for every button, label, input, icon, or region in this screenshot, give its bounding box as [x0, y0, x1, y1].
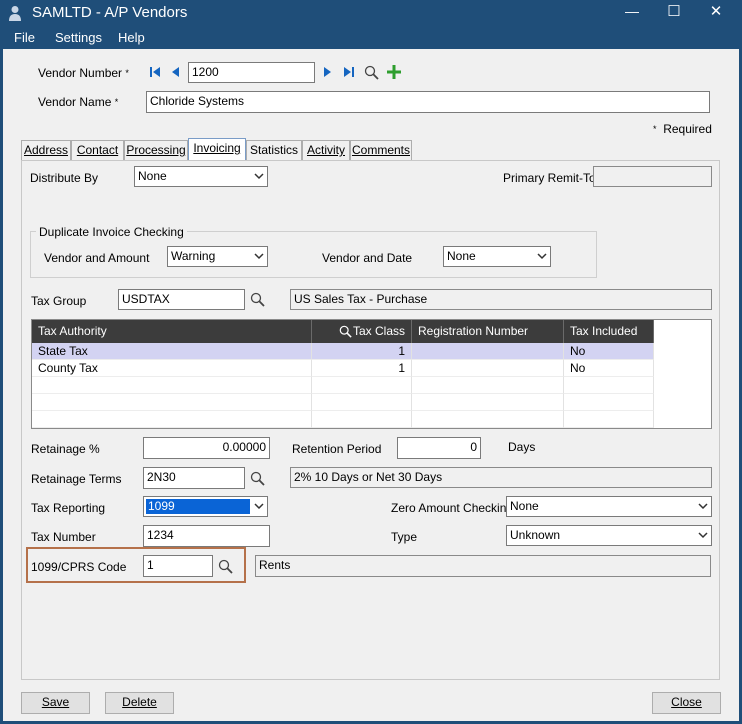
tax-authority-grid[interactable]: Tax Authority Tax Class Registration Num… — [31, 319, 712, 429]
save-button[interactable]: Save — [21, 692, 90, 714]
empty-row — [32, 411, 312, 428]
tax-reporting-select[interactable]: 1099 — [143, 496, 268, 517]
tab-invoicing[interactable]: Invoicing — [188, 138, 246, 161]
chevron-down-icon — [254, 503, 264, 510]
empty-cell — [564, 377, 654, 394]
client-area: Vendor Number * 1200 Vendor Name * Chlor… — [3, 49, 739, 721]
vendor-and-date-label: Vendor and Date — [322, 251, 413, 265]
empty-cell — [312, 394, 412, 411]
previous-record-icon[interactable] — [170, 66, 180, 78]
empty-cell — [312, 377, 412, 394]
user-icon — [9, 6, 21, 21]
tax-number-input[interactable]: 1234 — [143, 525, 270, 547]
add-vendor-icon[interactable] — [387, 65, 401, 79]
vendor-and-amount-select[interactable]: Warning — [167, 246, 268, 267]
tax-number-label: Tax Number — [31, 530, 96, 544]
empty-cell — [312, 411, 412, 428]
tab-statistics[interactable]: Statistics — [246, 140, 302, 160]
zero-amount-checking-select[interactable]: None — [506, 496, 712, 517]
next-record-icon[interactable] — [323, 66, 333, 78]
days-label: Days — [508, 440, 536, 454]
tab-processing[interactable]: Processing — [124, 140, 188, 160]
first-record-icon[interactable] — [149, 66, 161, 78]
column-header-registration-number[interactable]: Registration Number — [412, 320, 564, 343]
window-title: SAMLTD - A/P Vendors — [32, 4, 188, 21]
chevron-down-icon — [698, 532, 708, 539]
vendor-name-input[interactable]: Chloride Systems — [146, 91, 710, 113]
table-cell[interactable]: No — [564, 343, 654, 360]
menu-help[interactable]: Help — [118, 30, 145, 45]
vendor-finder-search-icon[interactable] — [364, 65, 379, 80]
vendor-number-input[interactable]: 1200 — [188, 62, 315, 83]
table-cell[interactable]: No — [564, 360, 654, 377]
tax-group-label: Tax Group — [31, 294, 87, 308]
tax-group-input[interactable]: USDTAX — [118, 289, 245, 310]
empty-row — [32, 394, 312, 411]
retainage-terms-label: Retainage Terms — [31, 472, 122, 486]
tab-contact[interactable]: Contact — [71, 140, 124, 160]
retainage-percent-label: Retainage % — [31, 442, 100, 456]
column-header-tax-class[interactable]: Tax Class — [312, 320, 412, 343]
empty-cell — [412, 377, 564, 394]
tab-address[interactable]: Address — [21, 140, 71, 160]
retainage-percent-input[interactable]: 0.00000 — [143, 437, 270, 459]
menu-bar: File Settings Help — [0, 27, 742, 49]
cprs-code-input[interactable]: 1 — [143, 555, 213, 577]
primary-remit-to-label: Primary Remit-To — [503, 171, 596, 185]
close-button[interactable]: Close — [652, 692, 721, 714]
table-cell[interactable]: 1 — [312, 360, 412, 377]
chevron-down-icon — [698, 503, 708, 510]
vendor-and-amount-label: Vendor and Amount — [44, 251, 150, 265]
table-row[interactable]: State Tax — [32, 343, 312, 360]
column-header-tax-included[interactable]: Tax Included — [564, 320, 654, 343]
retainage-terms-search-icon[interactable] — [250, 471, 265, 486]
type-select[interactable]: Unknown — [506, 525, 712, 546]
chevron-down-icon — [254, 253, 264, 260]
grid-header-filler — [654, 320, 711, 343]
table-cell[interactable] — [412, 343, 564, 360]
empty-cell — [412, 394, 564, 411]
vendor-and-date-select[interactable]: None — [443, 246, 551, 267]
tax-group-description: US Sales Tax - Purchase — [290, 289, 712, 310]
tax-reporting-label: Tax Reporting — [31, 501, 106, 515]
tax-group-search-icon[interactable] — [250, 292, 265, 307]
chevron-down-icon — [537, 253, 547, 260]
minimize-button[interactable]: — — [622, 3, 642, 19]
table-row[interactable]: County Tax — [32, 360, 312, 377]
chevron-down-icon — [254, 173, 264, 180]
maximize-button[interactable]: ☐ — [664, 2, 684, 20]
empty-cell — [564, 394, 654, 411]
table-cell[interactable] — [412, 360, 564, 377]
retention-period-label: Retention Period — [292, 442, 382, 456]
cprs-code-search-icon[interactable] — [218, 559, 233, 574]
empty-cell — [412, 411, 564, 428]
distribute-by-label: Distribute By — [30, 171, 99, 185]
table-cell[interactable]: 1 — [312, 343, 412, 360]
vendor-number-label: Vendor Number * — [38, 66, 129, 80]
type-label: Type — [391, 530, 418, 544]
tab-activity[interactable]: Activity — [302, 140, 350, 160]
empty-row — [32, 377, 312, 394]
empty-cell — [564, 411, 654, 428]
retention-period-input[interactable]: 0 — [397, 437, 481, 459]
retainage-terms-input[interactable]: 2N30 — [143, 467, 245, 489]
column-search-icon[interactable] — [339, 325, 352, 338]
close-window-button[interactable]: ✕ — [706, 2, 726, 20]
menu-settings[interactable]: Settings — [55, 30, 102, 45]
zero-amount-checking-label: Zero Amount Checking — [391, 501, 514, 515]
menu-file[interactable]: File — [14, 30, 35, 45]
distribute-by-select[interactable]: None — [134, 166, 268, 187]
required-note: * Required — [653, 122, 712, 136]
retainage-terms-description: 2% 10 Days or Net 30 Days — [290, 467, 712, 488]
vendor-name-label: Vendor Name * — [38, 95, 119, 109]
delete-button[interactable]: Delete — [105, 692, 174, 714]
duplicate-invoice-group-label: Duplicate Invoice Checking — [36, 224, 187, 240]
cprs-code-description: Rents — [255, 555, 711, 577]
last-record-icon[interactable] — [343, 66, 355, 78]
tab-comments[interactable]: Comments — [350, 140, 412, 160]
primary-remit-to-field — [593, 166, 712, 187]
title-bar: SAMLTD - A/P Vendors — ☐ ✕ — [0, 0, 742, 27]
column-header-tax-authority[interactable]: Tax Authority — [32, 320, 312, 343]
cprs-code-label: 1099/CPRS Code — [31, 560, 127, 574]
